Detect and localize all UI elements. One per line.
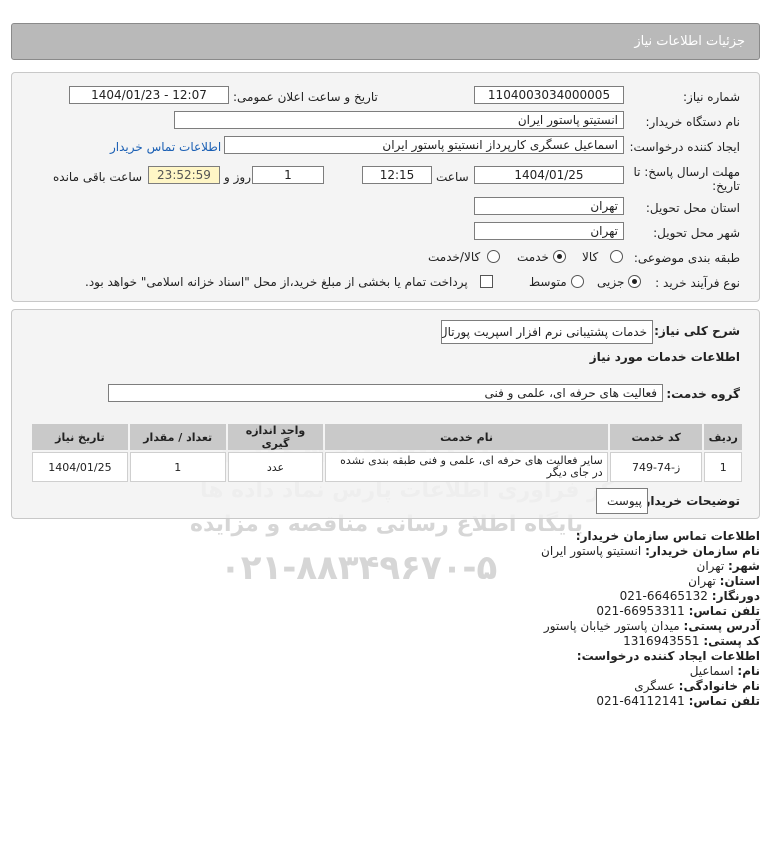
deadline-label: مهلت ارسال پاسخ: تا تاریخ: [633, 165, 740, 193]
service-group-field: فعالیت های حرفه ای، علمی و فنی [108, 384, 663, 402]
contact-phone-label: تلفن تماس: [688, 604, 760, 618]
services-info-title: اطلاعات خدمات مورد نیاز [589, 350, 740, 364]
category-radio-goods[interactable] [610, 250, 623, 263]
contact-title: اطلاعات تماس سازمان خریدار: [575, 529, 760, 543]
remaining-label: ساعت باقی مانده [53, 170, 143, 184]
treasury-payment-note: پرداخت تمام یا بخشی از مبلغ خرید،از محل … [85, 275, 468, 289]
contact-city: تهران [696, 559, 725, 573]
col-service-name: نام خدمت [325, 424, 608, 450]
contact-city-label: شهر: [728, 559, 760, 573]
contact-province: تهران [688, 574, 716, 588]
contact-fax: 66465132-021 [619, 589, 708, 603]
remaining-time-field: 23:52:59 [148, 166, 220, 184]
cell-service-name: سایر فعالیت های حرفه ای، علمی و فنی طبقه… [325, 452, 608, 482]
requester-label: ایجاد کننده درخواست: [629, 140, 740, 154]
contact-postal-label: کد پستی: [703, 634, 760, 648]
need-info-panel: شماره نیاز: 1104003034000005 تاریخ و ساع… [11, 72, 760, 302]
general-desc-label: شرح کلی نیاز: [654, 324, 740, 338]
cell-quantity: 1 [129, 452, 226, 482]
requester-phone: 64112141-021 [596, 694, 685, 708]
purchase-radio-minor[interactable] [628, 275, 641, 288]
treasury-payment-checkbox[interactable] [480, 275, 493, 288]
contact-address-label: آدرس پستی: [683, 619, 760, 633]
purchase-option-minor: جزیی [597, 275, 625, 289]
days-label: روز و [224, 170, 251, 184]
category-option-service: خدمت [517, 250, 549, 264]
deadline-time-field: 12:15 [362, 166, 432, 184]
category-radio-service[interactable] [553, 250, 566, 263]
purchase-type-label: نوع فرآیند خرید : [655, 276, 740, 290]
page-header: جزئیات اطلاعات نیاز [11, 23, 760, 60]
page-title: جزئیات اطلاعات نیاز [634, 34, 745, 49]
contact-postal: 1316943551 [623, 634, 700, 648]
buyer-notes-field: پیوست [596, 488, 648, 514]
purchase-radio-medium[interactable] [571, 275, 584, 288]
contact-address: میدان پاستور خیابان پاستور [543, 619, 680, 633]
cell-row-number: 1 [704, 452, 742, 482]
announce-datetime-label: تاریخ و ساعت اعلان عمومی: [233, 90, 378, 104]
requester-name: اسماعیل [689, 664, 734, 678]
cell-need-date: 1404/01/25 [32, 452, 128, 482]
need-number-label: شماره نیاز: [683, 90, 740, 104]
contact-phone: 66953311-021 [596, 604, 685, 618]
need-details-panel: شرح کلی نیاز: خدمات پشتیبانی نرم افزار ا… [11, 309, 760, 519]
cell-service-code: ز-74-749 [609, 452, 703, 482]
cell-unit: عدد [227, 452, 324, 482]
category-radio-goods-service[interactable] [487, 250, 500, 263]
category-option-goods: کالا [582, 250, 599, 264]
contact-org-label: نام سازمان خریدار: [645, 544, 760, 558]
buyer-notes-label: توضیحات خریدار: [638, 494, 740, 508]
buyer-contact-link[interactable]: اطلاعات تماس خریدار [110, 140, 221, 154]
contact-province-label: استان: [719, 574, 760, 588]
delivery-city-field: تهران [474, 222, 624, 240]
category-label: طبقه بندی موضوعی: [633, 251, 740, 265]
general-desc-field: خدمات پشتیبانی نرم افزار اسپریت پورتال [441, 320, 653, 344]
contact-info: اطلاعات تماس سازمان خریدار: نام سازمان خ… [200, 529, 760, 709]
time-label: ساعت [436, 170, 469, 184]
days-field: 1 [252, 166, 324, 184]
services-table-header: ردیف کد خدمت نام خدمت واحد اندازه گیری ت… [32, 424, 742, 450]
delivery-city-label: شهر محل تحویل: [653, 226, 740, 240]
col-quantity: تعداد / مقدار [129, 424, 226, 450]
requester-field: اسماعیل عسگری کارپرداز انستیتو پاستور ای… [224, 136, 624, 154]
contact-org: انستیتو پاستور ایران [541, 544, 642, 558]
service-group-label: گروه خدمت: [666, 387, 740, 401]
buyer-org-field: انستیتو پاستور ایران [174, 111, 624, 129]
delivery-province-field: تهران [474, 197, 624, 215]
category-option-goods-service: کالا/خدمت [428, 250, 481, 264]
contact-fax-label: دورنگار: [711, 589, 760, 603]
col-row-number: ردیف [704, 424, 742, 450]
col-unit: واحد اندازه گیری [227, 424, 324, 450]
delivery-province-label: استان محل تحویل: [645, 201, 740, 215]
announce-datetime-field: 1404/01/23 - 12:07 [69, 86, 229, 104]
requester-family-label: نام خانوادگی: [678, 679, 760, 693]
buyer-org-label: نام دستگاه خریدار: [645, 115, 741, 129]
services-table: ردیف کد خدمت نام خدمت واحد اندازه گیری ت… [30, 422, 744, 484]
deadline-date-field: 1404/01/25 [474, 166, 624, 184]
col-service-code: کد خدمت [609, 424, 703, 450]
purchase-option-medium: متوسط [529, 275, 567, 289]
need-number-field: 1104003034000005 [474, 86, 624, 104]
requester-family: عسگری [634, 679, 675, 693]
table-row: 1 ز-74-749 سایر فعالیت های حرفه ای، علمی… [32, 452, 742, 482]
requester-name-label: نام: [737, 664, 760, 678]
requester-phone-label: تلفن تماس: [688, 694, 760, 708]
requester-info-title: اطلاعات ایجاد کننده درخواست: [576, 649, 760, 663]
col-need-date: تاریخ نیاز [32, 424, 128, 450]
